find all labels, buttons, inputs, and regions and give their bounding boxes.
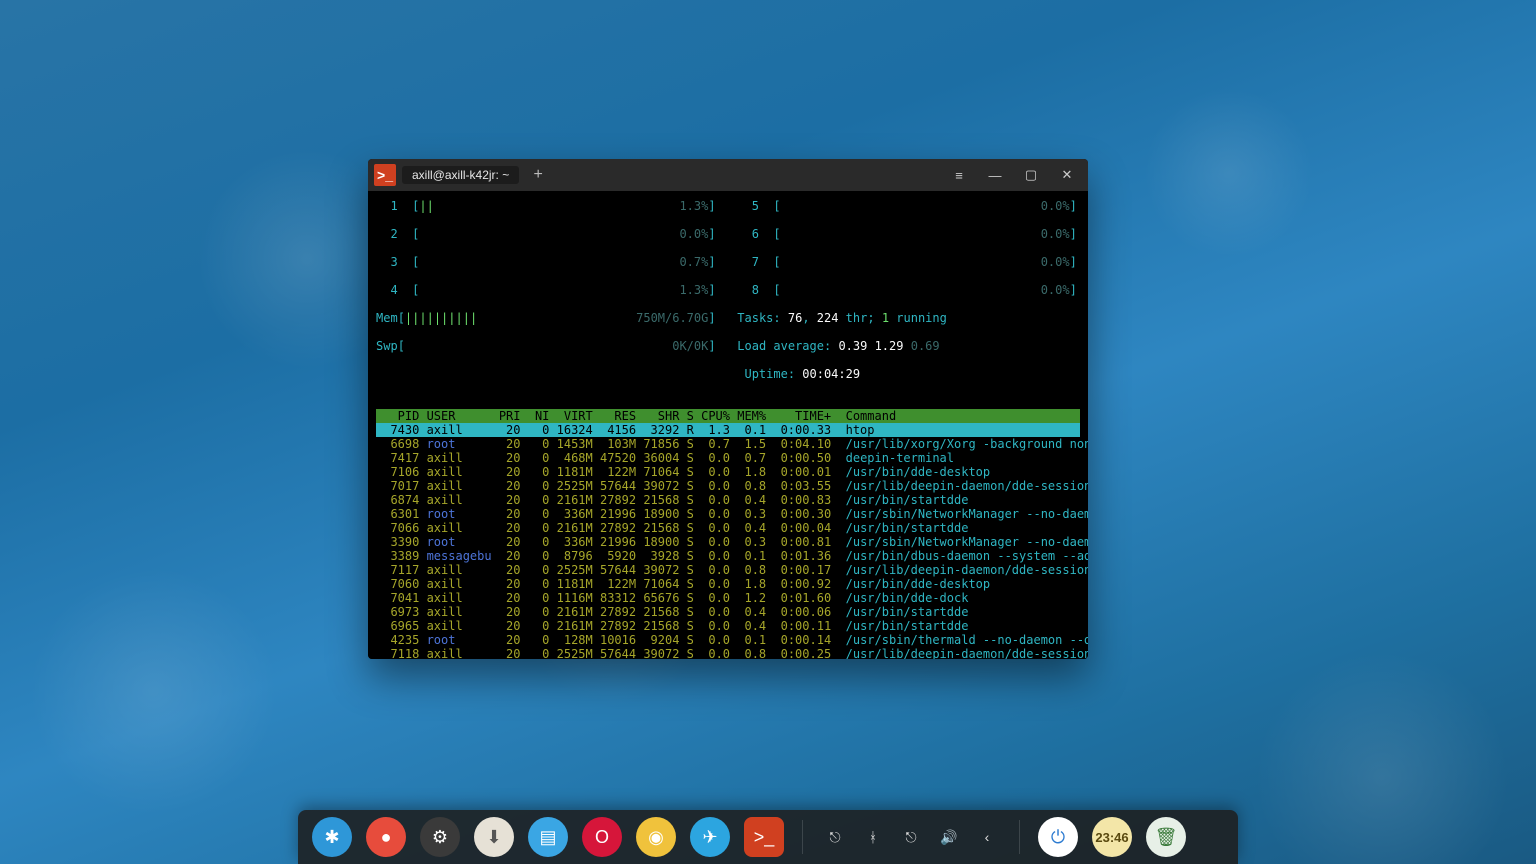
wifi-icon[interactable]: ⎋ [897,823,925,851]
cpu-meter-row: 4 [ 1.3%] 8 [ 0.0%] [376,283,1080,297]
volume-icon[interactable]: 🔊 [935,823,963,851]
dock-separator [802,820,803,854]
window-menu-button[interactable]: ≡ [944,160,974,190]
process-row[interactable]: 3389 messagebu 20 0 8796 5920 3928 S 0.0… [376,549,1088,563]
process-row[interactable]: 7106 axill 20 0 1181M 122M 71064 S 0.0 1… [376,465,990,479]
dock: ✱ ● ⚙ ⬇ ▤ O ◉ ✈ >_ ⎋ ᚼ ⎋ 🔊 ‹ ⏻ 23:46 🗑 [298,810,1238,864]
new-tab-button[interactable]: + [525,162,551,188]
dock-app-terminal[interactable]: >_ [744,817,784,857]
bluetooth-icon[interactable]: ᚼ [859,823,887,851]
process-row[interactable]: 7417 axill 20 0 468M 47520 36004 S 0.0 0… [376,451,954,465]
clock[interactable]: 23:46 [1092,817,1132,857]
swp-meter-row: Swp[ 0K/0K] Load average: 0.39 1.29 0.69 [376,339,1080,353]
process-row[interactable]: 4235 root 20 0 128M 10016 9204 S 0.0 0.1… [376,633,1088,647]
terminal-body[interactable]: 1 [|| 1.3%] 5 [ 0.0%] 2 [ 0.0%] 6 [ 0.0%… [368,191,1088,659]
window-titlebar[interactable]: >_ axill@axill-k42jr: ~ + ≡ — ▢ ✕ [368,159,1088,191]
process-row-selected[interactable]: 7430 axill 20 0 16324 4156 3292 R 1.3 0.… [376,423,1080,437]
terminal-app-icon: >_ [374,164,396,186]
collapse-icon[interactable]: ‹ [973,823,1001,851]
terminal-tab[interactable]: axill@axill-k42jr: ~ [402,166,519,184]
cpu-meter-row: 3 [ 0.7%] 7 [ 0.0%] [376,255,1080,269]
dock-app-file-manager[interactable]: ▤ [528,817,568,857]
process-row[interactable]: 6874 axill 20 0 2161M 27892 21568 S 0.0 … [376,493,968,507]
cpu-meter-row: 2 [ 0.0%] 6 [ 0.0%] [376,227,1080,241]
process-row[interactable]: 6698 root 20 0 1453M 103M 71856 S 0.7 1.… [376,437,1088,451]
process-row[interactable]: 6965 axill 20 0 2161M 27892 21568 S 0.0 … [376,619,968,633]
mem-meter-row: Mem[|||||||||| 750M/6.70G] Tasks: 76, 22… [376,311,1080,325]
process-row[interactable]: 7066 axill 20 0 2161M 27892 21568 S 0.0 … [376,521,968,535]
process-row[interactable]: 7041 axill 20 0 1116M 83312 65676 S 0.0 … [376,591,968,605]
process-row[interactable]: 7060 axill 20 0 1181M 122M 71064 S 0.0 1… [376,577,990,591]
process-row[interactable]: 3390 root 20 0 336M 21996 18900 S 0.0 0.… [376,535,1088,549]
process-row[interactable]: 7017 axill 20 0 2525M 57644 39072 S 0.0 … [376,479,1088,493]
dock-app-control-center[interactable]: ⚙ [420,817,460,857]
usb-icon[interactable]: ⎋ [821,823,849,851]
uptime-row: Uptime: 00:04:29 [376,367,1080,381]
process-row[interactable]: 6973 axill 20 0 2161M 27892 21568 S 0.0 … [376,605,968,619]
dock-app-screen-recorder[interactable]: ● [366,817,406,857]
process-row[interactable]: 7118 axill 20 0 2525M 57644 39072 S 0.0 … [376,647,1088,659]
cpu-meter-row: 1 [|| 1.3%] 5 [ 0.0%] [376,199,1080,213]
window-maximize-button[interactable]: ▢ [1016,160,1046,190]
window-close-button[interactable]: ✕ [1052,160,1082,190]
process-row[interactable]: 6301 root 20 0 336M 21996 18900 S 0.0 0.… [376,507,1088,521]
dock-app-telegram[interactable]: ✈ [690,817,730,857]
dock-app-opera[interactable]: O [582,817,622,857]
process-header[interactable]: PID USER PRI NI VIRT RES SHR S CPU% MEM%… [376,409,1080,423]
trash-icon[interactable]: 🗑 [1146,817,1186,857]
window-minimize-button[interactable]: — [980,160,1010,190]
power-button[interactable]: ⏻ [1038,817,1078,857]
process-row[interactable]: 7117 axill 20 0 2525M 57644 39072 S 0.0 … [376,563,1088,577]
dock-app-launcher[interactable]: ✱ [312,817,352,857]
dock-app-chrome[interactable]: ◉ [636,817,676,857]
dock-app-app-store[interactable]: ⬇ [474,817,514,857]
terminal-window: >_ axill@axill-k42jr: ~ + ≡ — ▢ ✕ 1 [|| … [368,159,1088,659]
dock-separator [1019,820,1020,854]
